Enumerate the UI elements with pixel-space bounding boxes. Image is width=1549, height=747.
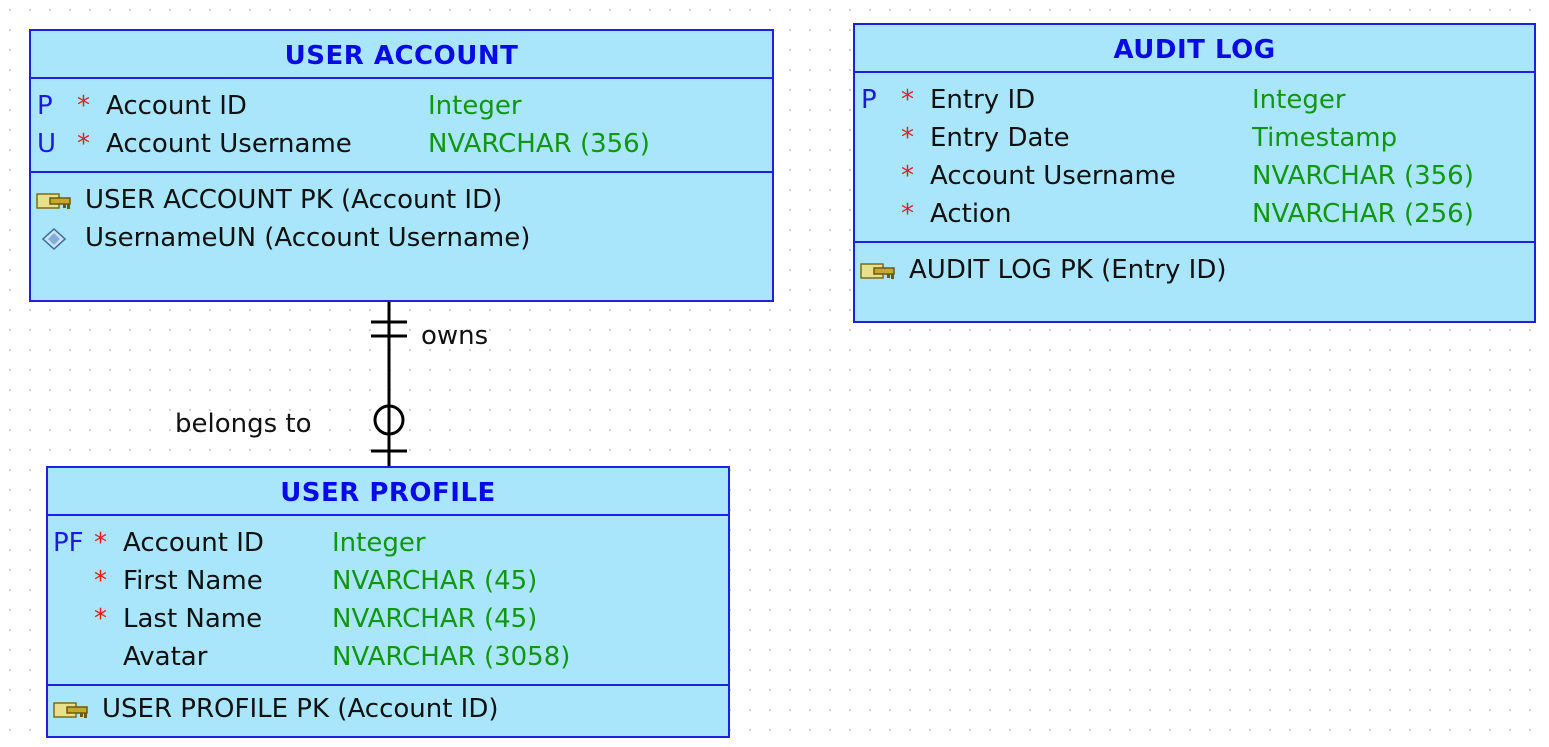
attribute-type: NVARCHAR (45) bbox=[332, 604, 538, 634]
key-flag: P bbox=[37, 91, 53, 121]
attribute-name: First Name bbox=[123, 566, 263, 596]
attribute-type: NVARCHAR (45) bbox=[332, 566, 538, 596]
attribute-name: Avatar bbox=[123, 642, 208, 672]
attribute-name: Entry ID bbox=[930, 85, 1036, 115]
key-label: UsernameUN (Account Username) bbox=[85, 223, 531, 253]
attribute-name: Entry Date bbox=[930, 123, 1070, 153]
mandatory-marker: * bbox=[901, 123, 914, 153]
attribute-name: Account Username bbox=[930, 161, 1176, 191]
attribute-list: P * Account ID Integer U * Account Usern… bbox=[31, 79, 772, 173]
attribute-list: P * Entry ID Integer * Entry Date Timest… bbox=[855, 73, 1534, 243]
attribute-type: NVARCHAR (356) bbox=[428, 129, 650, 159]
key-label: USER PROFILE PK (Account ID) bbox=[102, 694, 499, 724]
primary-key-icon bbox=[860, 263, 895, 279]
entity-user-account[interactable]: USER ACCOUNT P * Account ID Integer U * … bbox=[29, 29, 774, 302]
attribute-name: Account ID bbox=[106, 91, 247, 121]
key-flag: U bbox=[37, 129, 57, 159]
relationship-label-owns: owns bbox=[421, 321, 489, 351]
entity-title: USER PROFILE bbox=[48, 468, 728, 516]
key-row[interactable]: AUDIT LOG PK (Entry ID) bbox=[855, 251, 1534, 289]
entity-user-profile[interactable]: USER PROFILE PF * Account ID Integer * F… bbox=[46, 466, 730, 738]
attribute-type: Integer bbox=[1252, 85, 1346, 115]
mandatory-marker: * bbox=[77, 91, 90, 121]
mandatory-marker: * bbox=[901, 161, 914, 191]
attribute-row[interactable]: * Entry Date Timestamp bbox=[855, 119, 1534, 157]
attribute-row[interactable]: P * Entry ID Integer bbox=[855, 81, 1534, 119]
attribute-row[interactable]: * First Name NVARCHAR (45) bbox=[48, 562, 728, 600]
mandatory-marker: * bbox=[77, 129, 90, 159]
mandatory-marker: * bbox=[94, 528, 107, 558]
key-list: USER PROFILE PK (Account ID) bbox=[48, 686, 728, 728]
primary-key-icon bbox=[36, 193, 71, 209]
key-label: AUDIT LOG PK (Entry ID) bbox=[909, 255, 1227, 285]
attribute-name: Action bbox=[930, 199, 1012, 229]
relationship-label-belongs-to: belongs to bbox=[175, 409, 312, 439]
key-list: USER ACCOUNT PK (Account ID) UsernameUN … bbox=[31, 173, 772, 257]
attribute-row[interactable]: U * Account Username NVARCHAR (356) bbox=[31, 125, 772, 163]
key-list: AUDIT LOG PK (Entry ID) bbox=[855, 243, 1534, 289]
mandatory-marker: * bbox=[94, 604, 107, 634]
mandatory-marker: * bbox=[901, 85, 914, 115]
attribute-row[interactable]: * Account Username NVARCHAR (356) bbox=[855, 157, 1534, 195]
entity-title: USER ACCOUNT bbox=[31, 31, 772, 79]
entity-title: AUDIT LOG bbox=[855, 25, 1534, 73]
attribute-name: Last Name bbox=[123, 604, 263, 634]
attribute-type: NVARCHAR (256) bbox=[1252, 199, 1474, 229]
attribute-name: Account Username bbox=[106, 129, 352, 159]
mandatory-marker: * bbox=[901, 199, 914, 229]
attribute-row[interactable]: PF * Account ID Integer bbox=[48, 524, 728, 562]
key-flag: PF bbox=[53, 528, 84, 558]
attribute-type: NVARCHAR (3058) bbox=[332, 642, 571, 672]
key-row[interactable]: UsernameUN (Account Username) bbox=[31, 219, 772, 257]
attribute-type: Timestamp bbox=[1252, 123, 1398, 153]
key-flag: P bbox=[861, 85, 877, 115]
key-row[interactable]: USER PROFILE PK (Account ID) bbox=[48, 690, 728, 728]
attribute-row[interactable]: * Action NVARCHAR (256) bbox=[855, 195, 1534, 233]
key-row[interactable]: USER ACCOUNT PK (Account ID) bbox=[31, 181, 772, 219]
attribute-name: Account ID bbox=[123, 528, 264, 558]
attribute-list: PF * Account ID Integer * First Name NVA… bbox=[48, 516, 728, 686]
attribute-type: Integer bbox=[428, 91, 522, 121]
attribute-row[interactable]: * Last Name NVARCHAR (45) bbox=[48, 600, 728, 638]
unique-key-icon bbox=[42, 228, 66, 250]
mandatory-marker: * bbox=[94, 566, 107, 596]
attribute-row[interactable]: P * Account ID Integer bbox=[31, 87, 772, 125]
attribute-row[interactable]: Avatar NVARCHAR (3058) bbox=[48, 638, 728, 676]
primary-key-icon bbox=[53, 702, 88, 718]
attribute-type: Integer bbox=[332, 528, 426, 558]
entity-audit-log[interactable]: AUDIT LOG P * Entry ID Integer * Entry D… bbox=[853, 23, 1536, 323]
attribute-type: NVARCHAR (356) bbox=[1252, 161, 1474, 191]
key-label: USER ACCOUNT PK (Account ID) bbox=[85, 185, 503, 215]
